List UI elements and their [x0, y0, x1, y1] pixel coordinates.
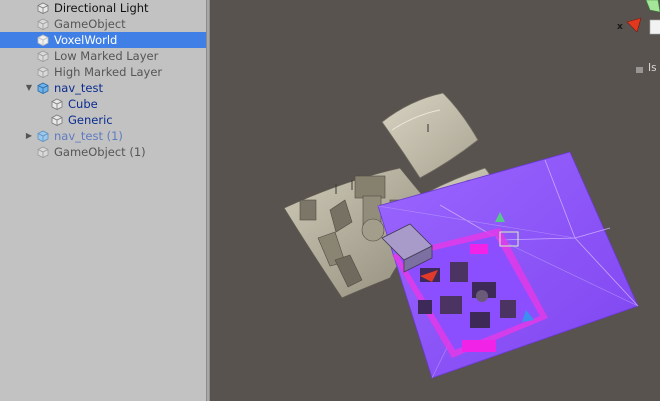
hierarchy-item-label: GameObject (1)	[54, 145, 146, 159]
hierarchy-item-label: nav_test	[54, 81, 103, 95]
hierarchy-item-label: High Marked Layer	[54, 65, 163, 79]
hierarchy-item-label: nav_test (1)	[54, 129, 123, 143]
gameobject-cube-icon	[37, 50, 49, 62]
gameobject-cube-icon	[37, 2, 49, 14]
hierarchy-item-nav-test-1[interactable]: ▶ nav_test (1)	[0, 128, 206, 144]
expand-triangle-icon[interactable]: ▼	[24, 83, 34, 93]
gameobject-cube-icon	[37, 34, 49, 46]
gameobject-cube-icon	[37, 18, 49, 30]
hierarchy-item-directional-light[interactable]: Directional Light	[0, 0, 206, 16]
hierarchy-item-nav-test[interactable]: ▼ nav_test	[0, 80, 206, 96]
gameobject-cube-icon	[37, 66, 49, 78]
collapse-triangle-icon[interactable]: ▶	[24, 131, 34, 141]
orientation-x-cone-icon	[626, 17, 642, 33]
orientation-y-cone-icon	[645, 0, 660, 13]
hierarchy-item-voxelworld[interactable]: VoxelWorld	[0, 32, 206, 48]
prefab-cube-icon	[37, 130, 49, 142]
terrain-chunk-upper	[381, 92, 479, 179]
hierarchy-item-label: Cube	[68, 97, 98, 111]
scene-orientation-gizmo[interactable]	[626, 0, 660, 35]
projection-lines-icon	[636, 67, 643, 73]
projection-mode-label[interactable]: Is	[648, 62, 657, 74]
prefab-cube-icon	[37, 82, 49, 94]
hierarchy-item-gameobject[interactable]: GameObject	[0, 16, 206, 32]
gameobject-cube-icon	[51, 114, 63, 126]
gameobject-cube-icon	[37, 146, 49, 158]
hierarchy-item-low-marked-layer[interactable]: Low Marked Layer	[0, 48, 206, 64]
gizmo-x-axis-label: x	[617, 22, 623, 32]
hierarchy-item-label: GameObject	[54, 17, 126, 31]
hierarchy-item-high-marked-layer[interactable]: High Marked Layer	[0, 64, 206, 80]
gameobject-cube-icon	[51, 98, 63, 110]
hierarchy-item-label: Generic	[68, 113, 113, 127]
scene-view[interactable]	[210, 0, 660, 401]
orientation-center-cube-icon	[649, 19, 660, 35]
hierarchy-panel: Directional Light GameObject VoxelWorld …	[0, 0, 206, 401]
hierarchy-item-label: VoxelWorld	[54, 33, 118, 47]
hierarchy-item-label: Low Marked Layer	[54, 49, 159, 63]
hierarchy-item-cube[interactable]: Cube	[0, 96, 206, 112]
hierarchy-item-generic[interactable]: Generic	[0, 112, 206, 128]
scene-viewport[interactable]	[210, 0, 660, 401]
hierarchy-item-label: Directional Light	[54, 1, 149, 15]
hierarchy-item-gameobject-1[interactable]: GameObject (1)	[0, 144, 206, 160]
